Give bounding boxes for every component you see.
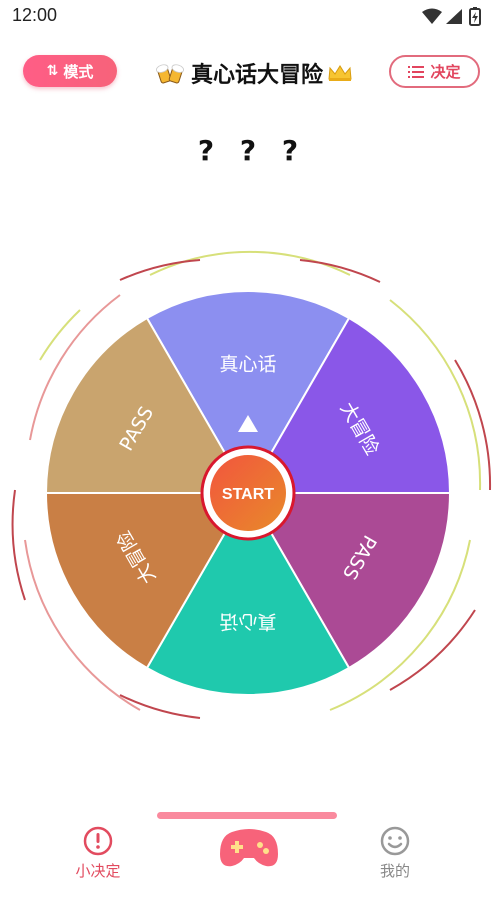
- nav-handle[interactable]: [157, 812, 337, 819]
- nav-label-mine: 我的: [379, 862, 410, 880]
- start-label: START: [222, 486, 274, 503]
- wheel-segment-label: 真心话: [219, 611, 276, 633]
- status-bar: 12:00: [0, 0, 504, 30]
- status-time: 12:00: [12, 5, 58, 25]
- spin-wheel: 真心话大冒险PASS真心话大冒险PASS START: [11, 250, 492, 719]
- mode-button[interactable]: ⇅ 模式: [23, 55, 117, 87]
- page-title: 真心话大冒险: [191, 63, 324, 88]
- nav-item-mine[interactable]: 我的: [345, 826, 445, 881]
- cheers-beer-icon: [155, 64, 185, 84]
- signal-icon: [446, 9, 462, 24]
- mode-label: 模式: [63, 62, 94, 81]
- crown-icon: [328, 65, 352, 81]
- title-wrap: 真心话大冒险: [155, 56, 353, 90]
- gamepad-icon[interactable]: [218, 824, 280, 870]
- decide-label: 决定: [430, 63, 461, 81]
- decide-button[interactable]: 决定: [389, 55, 480, 88]
- nav-item-small-decide[interactable]: 小决定: [48, 826, 148, 881]
- result-text: ? ? ?: [197, 134, 307, 167]
- smile-face-icon: [380, 826, 410, 856]
- nav-label-small-decide: 小决定: [75, 862, 121, 880]
- sort-arrows-icon: ⇅: [46, 63, 59, 79]
- clock-alert-icon: [83, 826, 113, 856]
- bottom-nav: 小决定 我的: [0, 812, 504, 897]
- status-icons: [422, 7, 481, 26]
- list-icon: [408, 65, 425, 78]
- wheel-segment-label: 真心话: [219, 354, 276, 376]
- wifi-icon: [422, 8, 442, 24]
- header: ⇅ 模式 真心话大冒险 决定: [0, 48, 504, 98]
